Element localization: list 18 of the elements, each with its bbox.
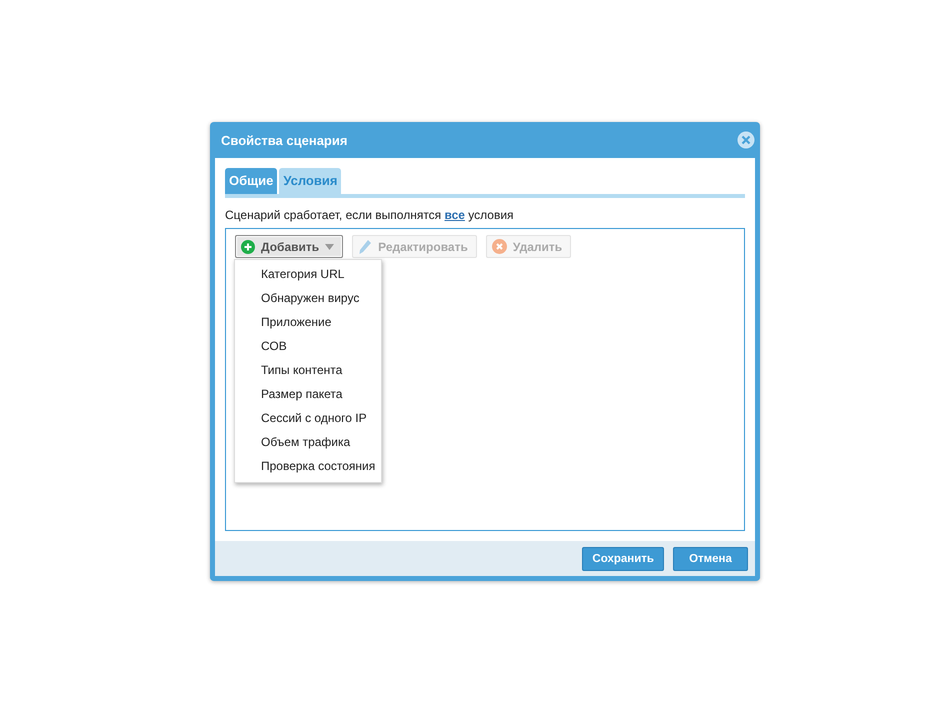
menu-item[interactable]: СОВ: [235, 334, 381, 358]
pencil-icon: [358, 238, 372, 254]
menu-item[interactable]: Сессий с одного IP: [235, 406, 381, 430]
caret-icon: [325, 244, 334, 250]
menu-item[interactable]: Размер пакета: [235, 382, 381, 406]
menu-item[interactable]: Обнаружен вирус: [235, 286, 381, 310]
close-icon[interactable]: [737, 131, 755, 149]
menu-item[interactable]: Объем трафика: [235, 430, 381, 454]
plus-icon: [241, 240, 255, 254]
menu-item[interactable]: Проверка состояния: [235, 454, 381, 478]
cross-circle-icon: [492, 239, 507, 254]
menu-item[interactable]: Типы контента: [235, 358, 381, 382]
description-text: Сценарий сработает, если выполнятся все условия: [225, 208, 515, 222]
all-link[interactable]: все: [444, 208, 465, 222]
window-title: Свойства сценария: [220, 132, 348, 148]
add-button[interactable]: Добавить: [235, 235, 344, 258]
menu-item[interactable]: Категория URL: [235, 262, 381, 286]
menu-item[interactable]: Приложение: [235, 310, 381, 334]
